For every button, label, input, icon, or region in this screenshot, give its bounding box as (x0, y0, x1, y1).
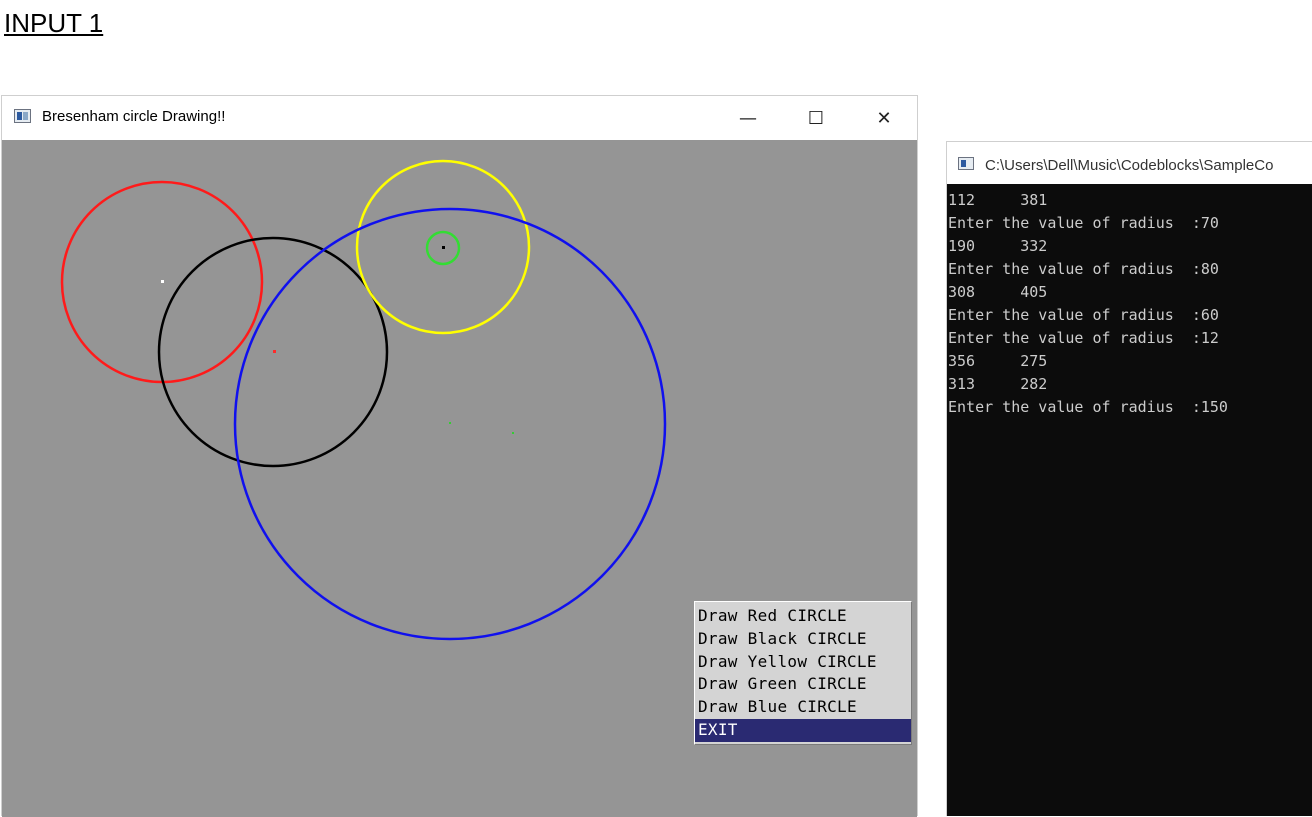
console-output[interactable]: 112 381 Enter the value of radius :70 190 … (947, 184, 1312, 816)
console-line: Enter the value of radius :12 (948, 329, 1219, 347)
maximize-button[interactable]: ☐ (786, 96, 846, 140)
minimize-button[interactable]: — (718, 96, 778, 140)
console-line: 308 405 (948, 283, 1048, 301)
console-line: 313 282 (948, 375, 1048, 393)
center-dot-green-2 (512, 432, 514, 434)
menu-item-exit[interactable]: EXIT (695, 718, 911, 742)
window-titlebar[interactable]: Bresenham circle Drawing!! — ☐ ✕ (2, 96, 917, 140)
menu-item-draw-red-circle[interactable]: Draw Red CIRCLE (695, 605, 911, 628)
menu-item-draw-green-circle[interactable]: Draw Green CIRCLE (695, 673, 911, 696)
console-line: Enter the value of radius :150 (948, 398, 1228, 416)
console-line: Enter the value of radius :70 (948, 214, 1219, 232)
center-dot-white (161, 280, 164, 283)
console-line: Enter the value of radius :60 (948, 306, 1219, 324)
console-line: Enter the value of radius :80 (948, 260, 1219, 278)
console-line: 190 332 (948, 237, 1048, 255)
center-dot-red (273, 350, 276, 353)
center-dot-black (442, 246, 445, 249)
menu-item-draw-blue-circle[interactable]: Draw Blue CIRCLE (695, 696, 911, 719)
console-icon (958, 157, 974, 170)
app-icon (14, 109, 31, 123)
console-title: C:\Users\Dell\Music\Codeblocks\SampleCo (985, 157, 1274, 174)
drawing-canvas[interactable]: Draw Red CIRCLE Draw Black CIRCLE Draw Yel… (2, 140, 917, 817)
glut-window: Bresenham circle Drawing!! — ☐ ✕ Draw Re… (1, 95, 918, 817)
console-window: C:\Users\Dell\Music\Codeblocks\SampleCo … (946, 141, 1312, 816)
console-line: 356 275 (948, 352, 1048, 370)
console-line: 112 381 (948, 191, 1048, 209)
popup-menu: Draw Red CIRCLE Draw Black CIRCLE Draw Yel… (694, 601, 912, 745)
page-heading: INPUT 1 (4, 8, 104, 38)
center-dot-green-1 (449, 422, 451, 424)
close-button[interactable]: ✕ (854, 96, 914, 140)
menu-item-draw-yellow-circle[interactable]: Draw Yellow CIRCLE (695, 651, 911, 674)
console-titlebar[interactable]: C:\Users\Dell\Music\Codeblocks\SampleCo (947, 142, 1312, 184)
menu-item-draw-black-circle[interactable]: Draw Black CIRCLE (695, 628, 911, 651)
window-title: Bresenham circle Drawing!! (42, 108, 226, 125)
